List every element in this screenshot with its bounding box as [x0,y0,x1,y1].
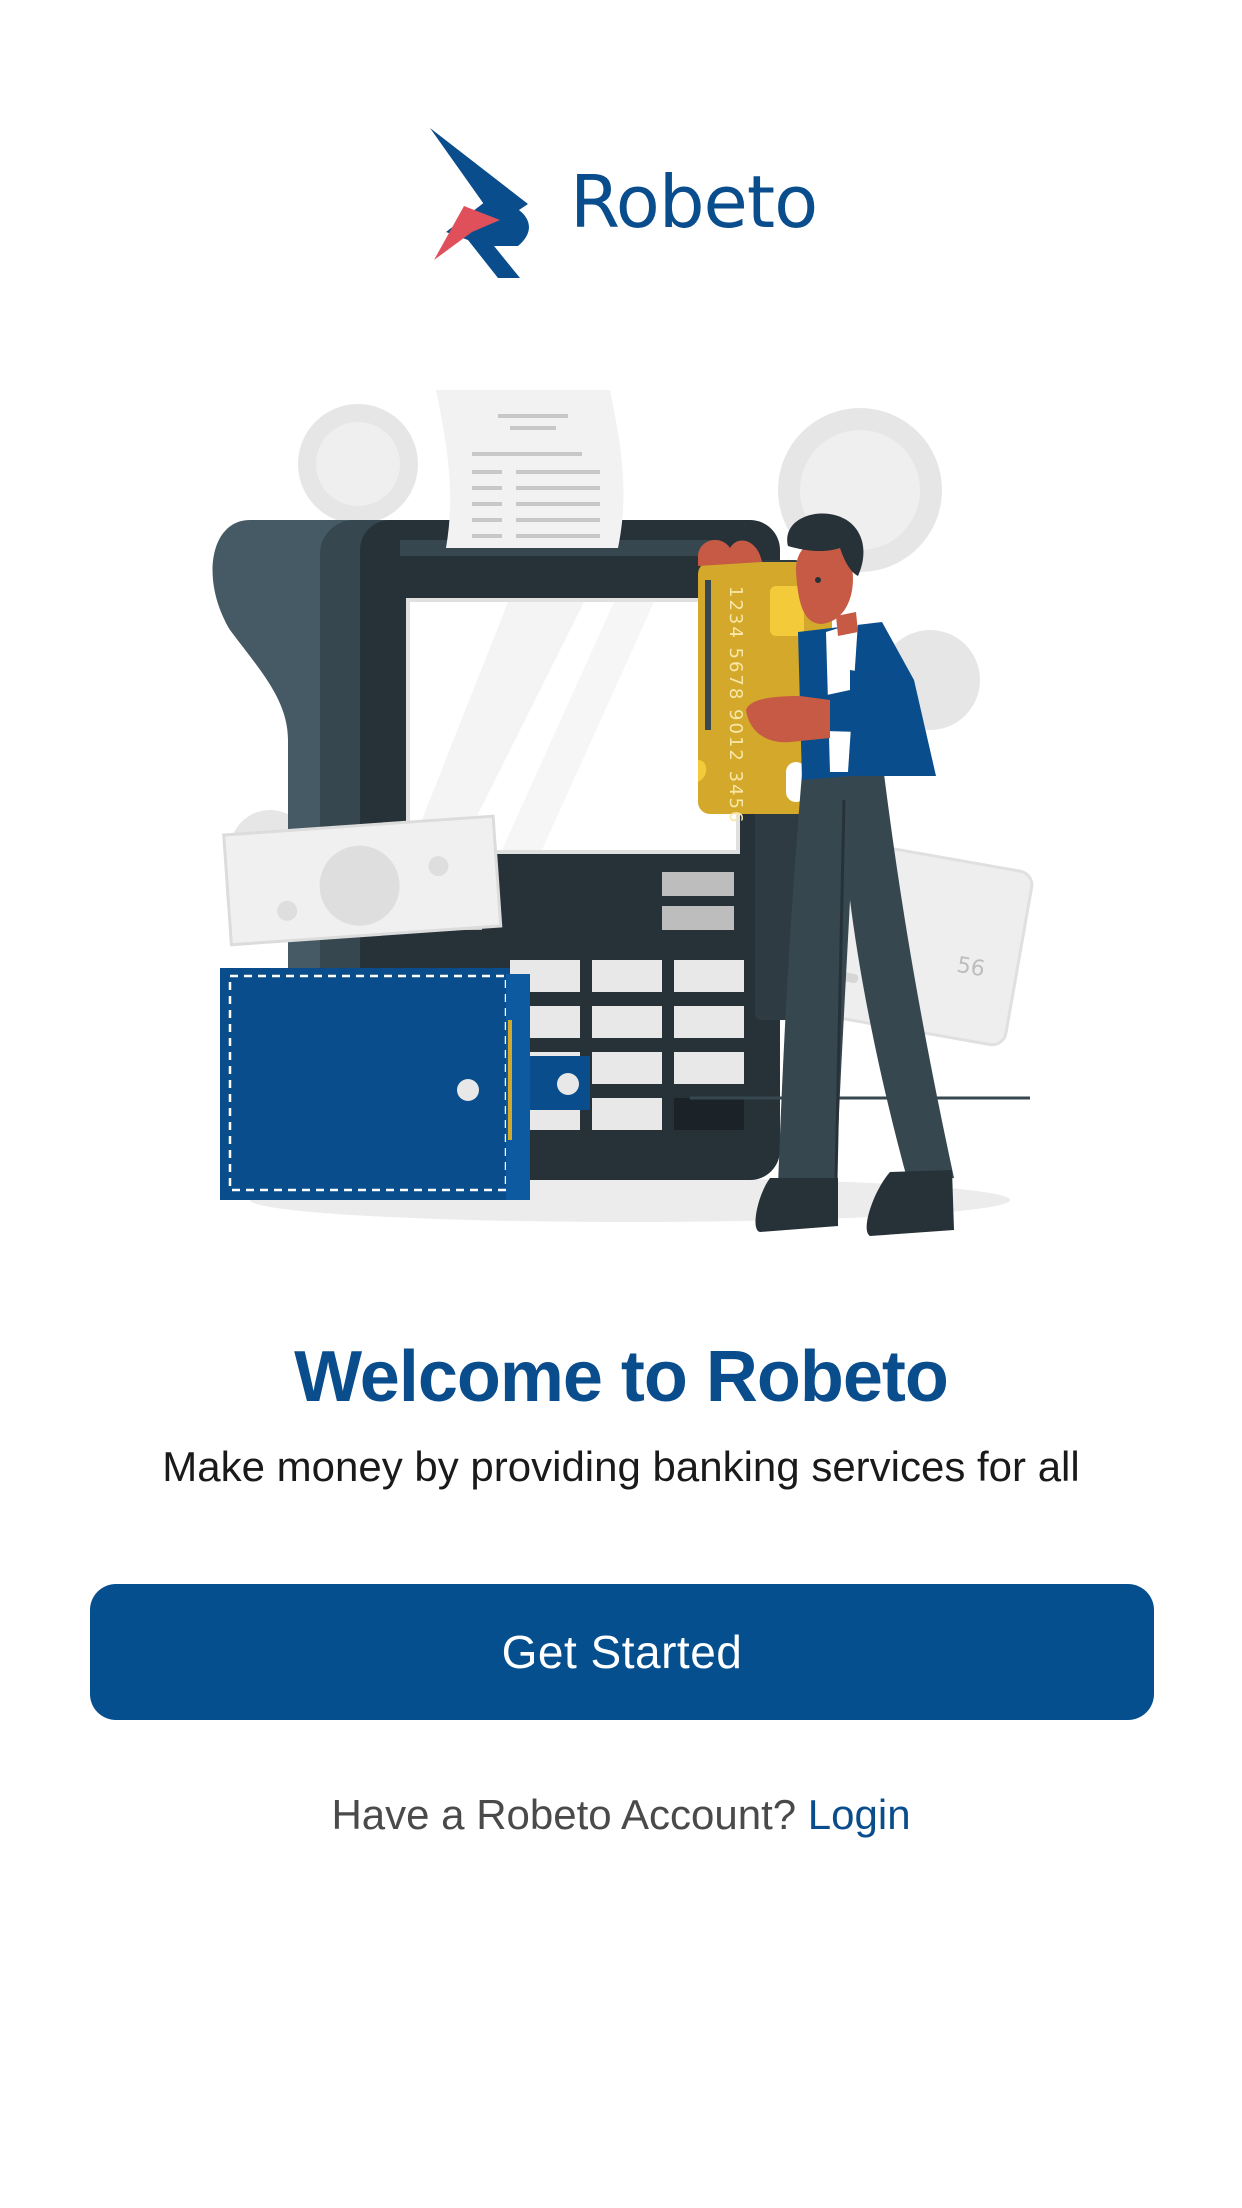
brand-header: Robeto [0,128,1242,278]
welcome-title: Welcome to Robeto [294,1337,949,1417]
login-prompt-row: Have a Robeto Account? Login [0,1790,1242,1840]
receipt [436,390,624,548]
get-started-button[interactable]: Get Started [90,1584,1154,1720]
robeto-logo-icon [430,128,529,278]
login-link[interactable]: Login [808,1791,911,1838]
welcome-screen: Robeto 1234 56 [0,0,1242,2208]
welcome-subtitle: Make money by providing banking services… [162,1443,1080,1490]
brand-name: Robeto [570,160,818,244]
card-number: 1234 5678 9012 3456 [725,586,746,824]
background-card-suffix: 56 [955,953,987,982]
hero-illustration: 1234 56 [210,380,1050,1260]
atm-card-payment-illustration: 1234 56 [212,390,1034,1236]
login-prompt-text: Have a Robeto Account? [331,1791,797,1838]
